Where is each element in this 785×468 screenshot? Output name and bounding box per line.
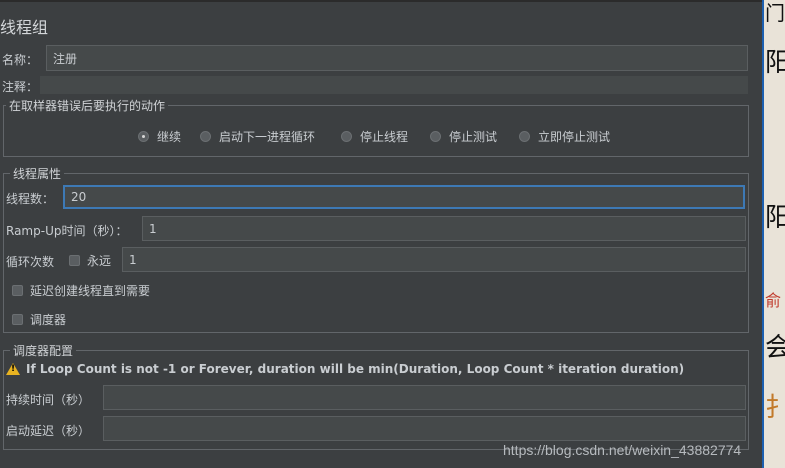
scheduler-config-legend: 调度器配置: [10, 342, 77, 359]
radio-button-icon: [200, 131, 211, 142]
watermark-text: https://blog.csdn.net/weixin_43882774: [503, 442, 742, 458]
scheduler-label: 调度器: [30, 313, 67, 327]
name-label: 名称：: [2, 53, 39, 67]
radio-button-icon: [519, 131, 530, 142]
radio-stop-thread[interactable]: 停止线程: [341, 128, 408, 145]
radio-continue[interactable]: 继续: [138, 128, 181, 145]
startup-delay-label: 启动延迟（秒）: [6, 424, 91, 438]
radio-button-icon: [430, 131, 441, 142]
delay-thread-creation-checkbox[interactable]: 延迟创建线程直到需要: [12, 282, 150, 299]
thread-group-panel: 线程组 名称： 注册 注释： 在取样器错误后要执行的动作 继续 启动下一进程循环…: [0, 0, 762, 468]
duration-label: 持续时间（秒）: [6, 393, 91, 407]
radio-button-icon: [341, 131, 352, 142]
strip-glyph: 阳: [765, 50, 785, 76]
loop-count-warning: ! If Loop Count is not -1 or Forever, du…: [6, 362, 684, 376]
scheduler-checkbox[interactable]: 调度器: [12, 311, 66, 328]
radio-stop-test-now[interactable]: 立即停止测试: [519, 128, 610, 145]
comment-field[interactable]: [40, 76, 748, 94]
warning-triangle-icon: !: [6, 363, 20, 375]
duration-field[interactable]: [103, 385, 746, 410]
radio-label: 立即停止测试: [538, 130, 611, 144]
radio-start-next-loop[interactable]: 启动下一进程循环: [200, 128, 315, 145]
forever-checkbox[interactable]: 永远: [69, 252, 111, 269]
checkbox-icon: [12, 314, 23, 325]
thread-properties-legend: 线程属性: [10, 165, 65, 182]
name-field[interactable]: 注册: [46, 45, 748, 71]
delay-thread-creation-label: 延迟创建线程直到需要: [30, 284, 151, 298]
radio-label: 继续: [157, 130, 182, 144]
radio-label: 启动下一进程循环: [219, 130, 316, 144]
rampup-field[interactable]: 1: [142, 216, 746, 241]
error-action-legend: 在取样器错误后要执行的动作: [6, 97, 169, 114]
comment-label: 注释：: [2, 80, 39, 94]
radio-stop-test[interactable]: 停止测试: [430, 128, 497, 145]
warning-text: If Loop Count is not -1 or Forever, dura…: [26, 362, 685, 376]
threads-label: 线程数：: [6, 192, 55, 206]
checkbox-icon: [69, 255, 80, 266]
strip-glyph: 门: [765, 1, 785, 25]
rampup-label: Ramp-Up时间（秒）：: [6, 224, 128, 238]
loop-count-label: 循环次数: [6, 255, 55, 269]
threads-field[interactable]: 20: [63, 185, 745, 209]
radio-label: 停止测试: [449, 130, 498, 144]
background-window-strip: 阳 门 阳 俞 会 扌: [762, 0, 785, 468]
radio-label: 停止线程: [360, 130, 409, 144]
loop-count-field[interactable]: 1: [122, 247, 746, 272]
strip-glyph: 阳: [765, 205, 785, 231]
startup-delay-field[interactable]: [103, 416, 746, 441]
forever-label: 永远: [87, 254, 112, 268]
page-title: 线程组: [0, 18, 49, 37]
strip-glyph: 会: [765, 335, 785, 361]
checkbox-icon: [12, 285, 23, 296]
strip-glyph: 扌: [765, 395, 785, 421]
radio-button-icon: [138, 131, 149, 142]
strip-glyph: 俞: [765, 291, 782, 310]
